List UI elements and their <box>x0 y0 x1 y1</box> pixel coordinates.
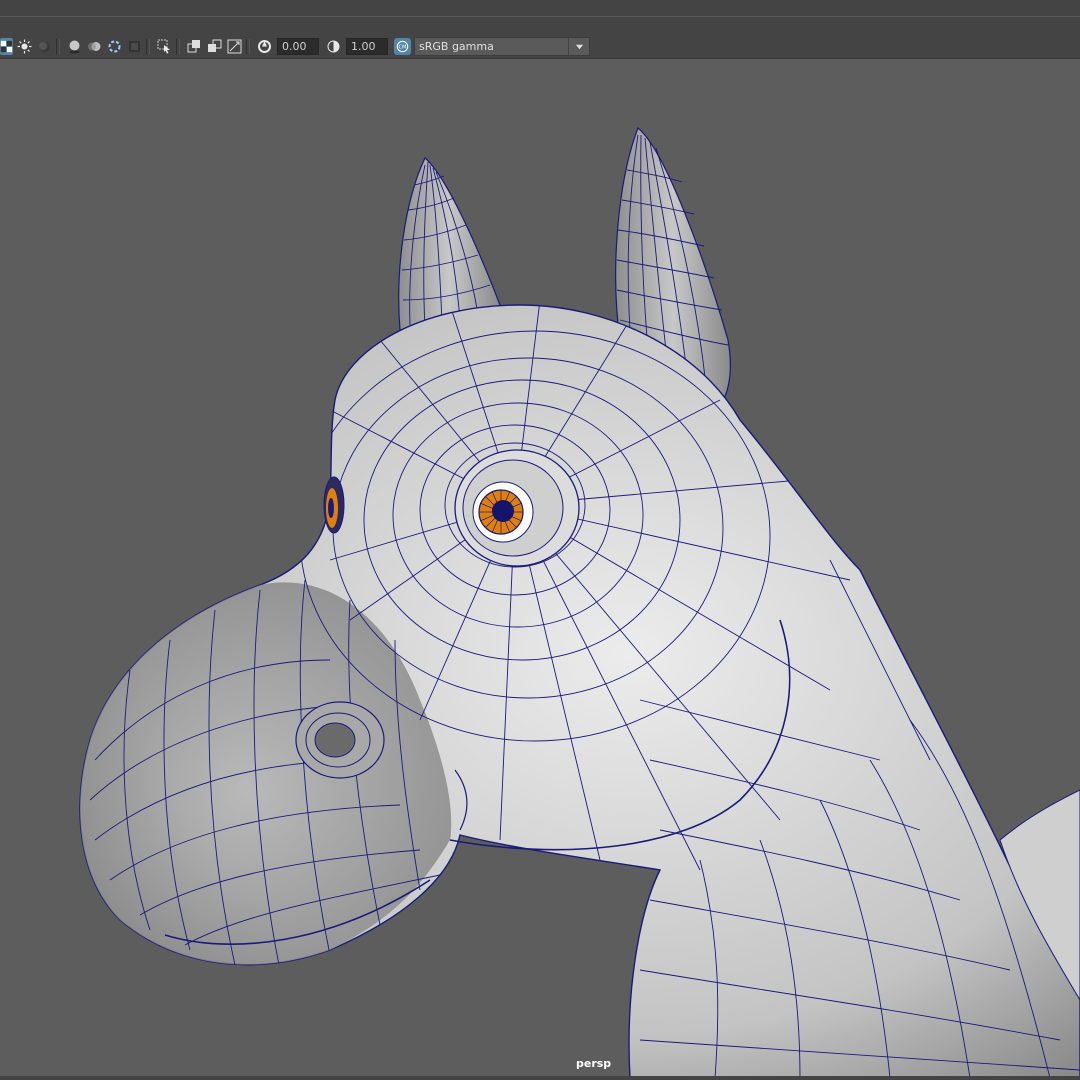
panel-spacer <box>0 17 1080 35</box>
checker-icon[interactable] <box>0 38 13 55</box>
color-management-icon[interactable]: CM <box>394 38 411 55</box>
left-ear <box>398 157 501 331</box>
camera-name-label: persp <box>576 1057 612 1070</box>
pupil <box>492 500 514 522</box>
svg-text:CM: CM <box>398 45 406 51</box>
shadow-icon[interactable] <box>36 38 53 55</box>
select-highlight-icon[interactable] <box>156 38 173 55</box>
xray-icon[interactable] <box>206 38 223 55</box>
chevron-down-icon[interactable] <box>568 38 589 55</box>
toolbar-separator <box>246 39 250 54</box>
viewport-bottom-border <box>0 1076 1080 1080</box>
anti-alias-icon[interactable] <box>106 38 123 55</box>
gamma-field[interactable]: 1.00 <box>346 38 388 55</box>
far-eye <box>323 476 345 534</box>
ambient-occlusion-icon[interactable] <box>66 38 83 55</box>
exposure-field[interactable]: 0.00 <box>277 38 319 55</box>
motion-blur-icon[interactable] <box>86 38 103 55</box>
toolbar-separator <box>56 39 60 54</box>
gamma-icon[interactable] <box>325 38 342 55</box>
horse-model[interactable] <box>0 59 1080 1078</box>
toolbar-separator <box>176 39 180 54</box>
exposure-icon[interactable] <box>256 38 273 55</box>
color-space-label: sRGB gamma <box>419 40 494 53</box>
panel-menu-strip <box>0 0 1080 17</box>
3d-viewport[interactable] <box>0 59 1080 1078</box>
eye <box>454 449 580 567</box>
viewport-toolbar: 0.00 1.00 CM sRGB gamma <box>0 35 1080 59</box>
nostril <box>295 701 385 779</box>
isolate-icon[interactable] <box>186 38 203 55</box>
color-space-dropdown[interactable]: sRGB gamma <box>414 37 590 56</box>
toolbar-separator <box>146 39 150 54</box>
xray-joints-icon[interactable] <box>226 38 243 55</box>
depth-icon[interactable] <box>126 38 143 55</box>
light-icon[interactable] <box>16 38 33 55</box>
